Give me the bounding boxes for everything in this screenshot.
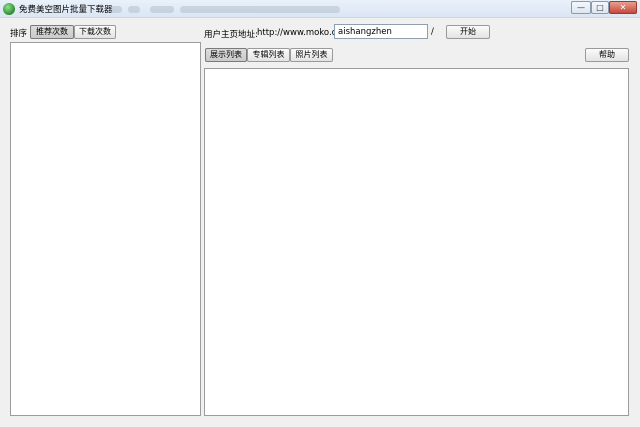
obscured-browser-bar	[110, 4, 345, 15]
url-label: 用户主页地址:	[204, 30, 258, 40]
url-suffix: /	[431, 27, 434, 37]
tab-photo-list[interactable]: 照片列表	[290, 48, 333, 62]
sort-label: 排序	[10, 29, 28, 39]
app-icon	[3, 3, 15, 15]
sort-by-download-button[interactable]: 下载次数	[74, 25, 116, 39]
maximize-button[interactable]: □	[591, 1, 609, 14]
user-list-panel[interactable]	[10, 42, 201, 416]
tab-showcase-list[interactable]: 展示列表	[205, 48, 247, 62]
window-title: 免费美空图片批量下载器	[19, 5, 113, 15]
content-panel[interactable]	[204, 68, 629, 416]
username-input[interactable]	[334, 24, 428, 39]
tab-album-list[interactable]: 专辑列表	[247, 48, 290, 62]
close-button[interactable]: ✕	[609, 1, 637, 14]
url-prefix: http://www.moko.cc/	[257, 28, 344, 38]
minimize-button[interactable]: —	[571, 1, 591, 14]
start-button[interactable]: 开始	[446, 25, 490, 39]
sort-by-recommend-button[interactable]: 推荐次数	[30, 25, 74, 39]
help-button[interactable]: 帮助	[585, 48, 629, 62]
title-bar: 免费美空图片批量下载器 — □ ✕	[0, 0, 640, 18]
